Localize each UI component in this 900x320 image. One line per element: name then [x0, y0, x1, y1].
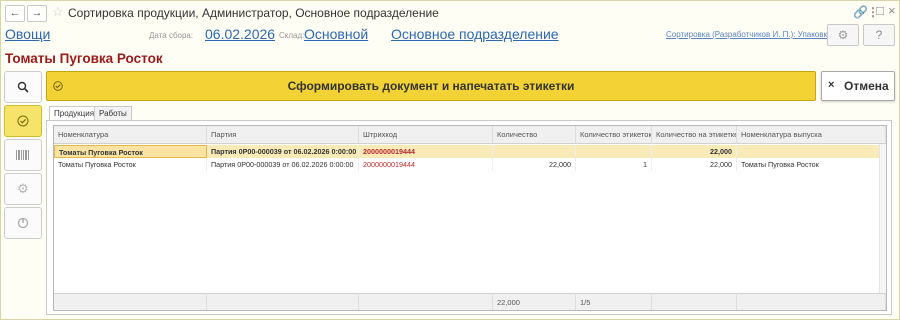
help-button[interactable]: ?	[863, 24, 895, 46]
cancel-label: Отмена	[844, 79, 889, 93]
cell-nomenclature[interactable]: Томаты Пуговка Росток	[54, 145, 207, 158]
window-frame: ← → ☆ Сортировка продукции, Администрато…	[0, 0, 900, 320]
footer-cell-empty	[359, 293, 493, 310]
warehouse-field[interactable]: Основной	[304, 26, 368, 42]
date-label: Дата сбора:	[149, 31, 194, 40]
products-table: Номенклатура Партия Штрихкод Количество …	[53, 125, 887, 311]
footer-quantity-total: 22,000	[493, 293, 576, 310]
link-icon[interactable]: 🔗	[853, 5, 868, 19]
window-title: Сортировка продукции, Администратор, Осн…	[68, 6, 439, 20]
column-header-output-nomenclature[interactable]: Номенклатура выпуска	[737, 126, 886, 144]
column-header-batch[interactable]: Партия	[207, 126, 359, 144]
gear-icon: ⚙	[837, 28, 849, 42]
gear-icon: ⚙	[17, 181, 29, 196]
footer-labels-total: 1/5	[576, 293, 652, 310]
back-button[interactable]: ←	[5, 5, 25, 22]
cell-barcode[interactable]: 2000000019444	[359, 158, 493, 171]
footer-cell-empty	[652, 293, 737, 310]
search-button[interactable]	[4, 71, 42, 103]
warehouse-label: Склад:	[279, 31, 305, 40]
close-icon[interactable]: ×	[888, 3, 896, 18]
tab-works[interactable]: Работы	[94, 106, 132, 121]
table-row[interactable]: Томаты Пуговка Росток Партия 0P00-000039…	[54, 145, 886, 158]
barcode-button[interactable]	[4, 139, 42, 171]
cell-nomenclature[interactable]: Томаты Пуговка Росток	[54, 158, 207, 171]
barcode-icon	[16, 150, 29, 160]
forward-button[interactable]: →	[27, 5, 47, 22]
cell-batch[interactable]: Партия 0P00-000039 от 06.02.2026 0:00:00	[207, 145, 359, 158]
column-header-barcode[interactable]: Штрихкод	[359, 126, 493, 144]
sorting-document-link[interactable]: Сортировка (Разработчиков И. П.): Упаков…	[666, 30, 843, 39]
search-icon	[17, 81, 29, 93]
date-field[interactable]: 06.02.2026	[205, 26, 275, 42]
arrow-right-icon: →	[31, 7, 43, 19]
cell-output-nomenclature[interactable]: Томаты Пуговка Росток	[737, 158, 880, 171]
products-panel: Номенклатура Партия Штрихкод Количество …	[46, 120, 892, 315]
table-scrollbar[interactable]	[879, 144, 886, 293]
footer-cell-empty	[737, 293, 886, 310]
check-button[interactable]	[4, 105, 42, 137]
table-row[interactable]: Томаты Пуговка Росток Партия 0P00-000039…	[54, 158, 886, 171]
column-header-labels-count[interactable]: Количество этикеток	[576, 126, 652, 144]
cell-qty-per-label[interactable]: 22,000	[652, 145, 737, 158]
column-header-nomenclature[interactable]: Номенклатура	[54, 126, 207, 144]
settings-side-button[interactable]: ⚙	[4, 173, 42, 205]
cell-quantity[interactable]: 22,000	[493, 158, 576, 171]
settings-button[interactable]: ⚙	[827, 24, 859, 46]
help-icon: ?	[875, 28, 883, 42]
division-link[interactable]: Основное подразделение	[391, 26, 559, 42]
footer-cell-empty	[54, 293, 207, 310]
column-header-qty-per-label[interactable]: Количество на этикетке	[652, 126, 737, 144]
cancel-button[interactable]: × Отмена	[821, 71, 895, 101]
cell-labels-count[interactable]: 1	[576, 158, 652, 171]
document-title: Томаты Пуговка Росток	[5, 51, 163, 66]
power-button[interactable]	[4, 207, 42, 239]
cell-output-nomenclature[interactable]	[737, 145, 880, 158]
arrow-left-icon: ←	[9, 7, 21, 19]
check-circle-icon	[17, 115, 29, 127]
cell-labels-count[interactable]	[576, 145, 652, 158]
close-icon: ×	[828, 79, 835, 91]
cell-qty-per-label[interactable]: 22,000	[652, 158, 737, 171]
cell-batch[interactable]: Партия 0P00-000039 от 06.02.2026 0:00:00	[207, 158, 359, 171]
title-bar: ← → ☆ Сортировка продукции, Администрато…	[1, 1, 899, 25]
form-and-print-label: Сформировать документ и напечатать этике…	[287, 79, 575, 93]
cell-barcode[interactable]: 2000000019444	[359, 145, 493, 158]
form-and-print-button[interactable]: Сформировать документ и напечатать этике…	[46, 71, 816, 101]
star-icon[interactable]: ☆	[52, 4, 64, 20]
maximize-icon[interactable]: □	[876, 3, 884, 18]
cell-quantity[interactable]	[493, 145, 576, 158]
power-icon	[17, 217, 29, 229]
footer-cell-empty	[207, 293, 359, 310]
vegetables-link[interactable]: Овощи	[5, 26, 50, 42]
column-header-quantity[interactable]: Количество	[493, 126, 576, 144]
